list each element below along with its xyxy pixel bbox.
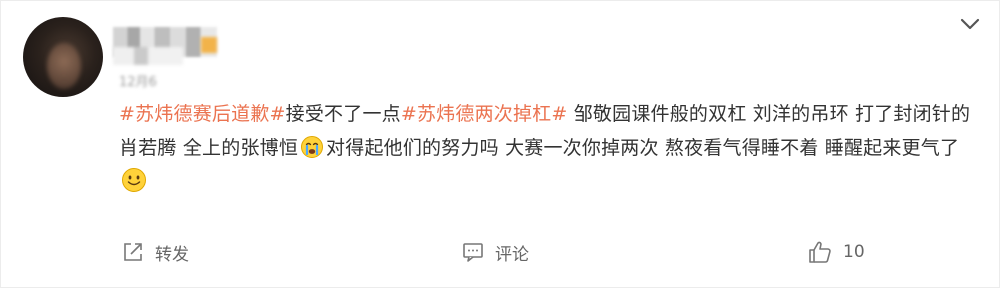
post-timestamp[interactable]: 12月6 xyxy=(119,71,157,90)
post-action-bar: 转发 评论 10 xyxy=(1,229,1000,277)
username-blurred-secondary xyxy=(113,47,183,65)
like-count: 10 xyxy=(843,242,865,262)
comment-button[interactable]: 评论 xyxy=(461,237,529,267)
hashtag-link[interactable]: #苏炜德两次掉杠# xyxy=(401,103,568,125)
repost-label: 转发 xyxy=(155,244,189,265)
repost-button[interactable]: 转发 xyxy=(121,237,189,267)
user-badge-icon xyxy=(201,37,217,53)
weibo-post-card: 12月6 #苏炜德赛后道歉#接受不了一点#苏炜德两次掉杠# 邹敬园课件般的双杠 … xyxy=(0,0,1000,288)
thumbs-up-icon xyxy=(807,239,833,265)
share-icon xyxy=(121,240,145,264)
hashtag-link[interactable]: #苏炜德赛后道歉# xyxy=(119,103,286,125)
post-text: 接受不了一点 xyxy=(285,103,401,125)
chevron-down-icon[interactable] xyxy=(959,15,981,33)
avatar[interactable] xyxy=(23,17,103,97)
post-content: #苏炜德赛后道歉#接受不了一点#苏炜德两次掉杠# 邹敬园课件般的双杠 刘洋的吊环… xyxy=(119,97,981,199)
smile-face-icon xyxy=(121,167,146,192)
comment-icon xyxy=(461,240,485,264)
crying-face-icon xyxy=(300,135,324,159)
post-text: 对得起他们的努力吗 大赛一次你掉两次 熬夜看气得睡不着 睡醒起来更气了 xyxy=(326,137,960,159)
comment-label: 评论 xyxy=(495,244,529,265)
like-button[interactable]: 10 xyxy=(807,237,865,267)
avatar-face xyxy=(47,43,81,89)
